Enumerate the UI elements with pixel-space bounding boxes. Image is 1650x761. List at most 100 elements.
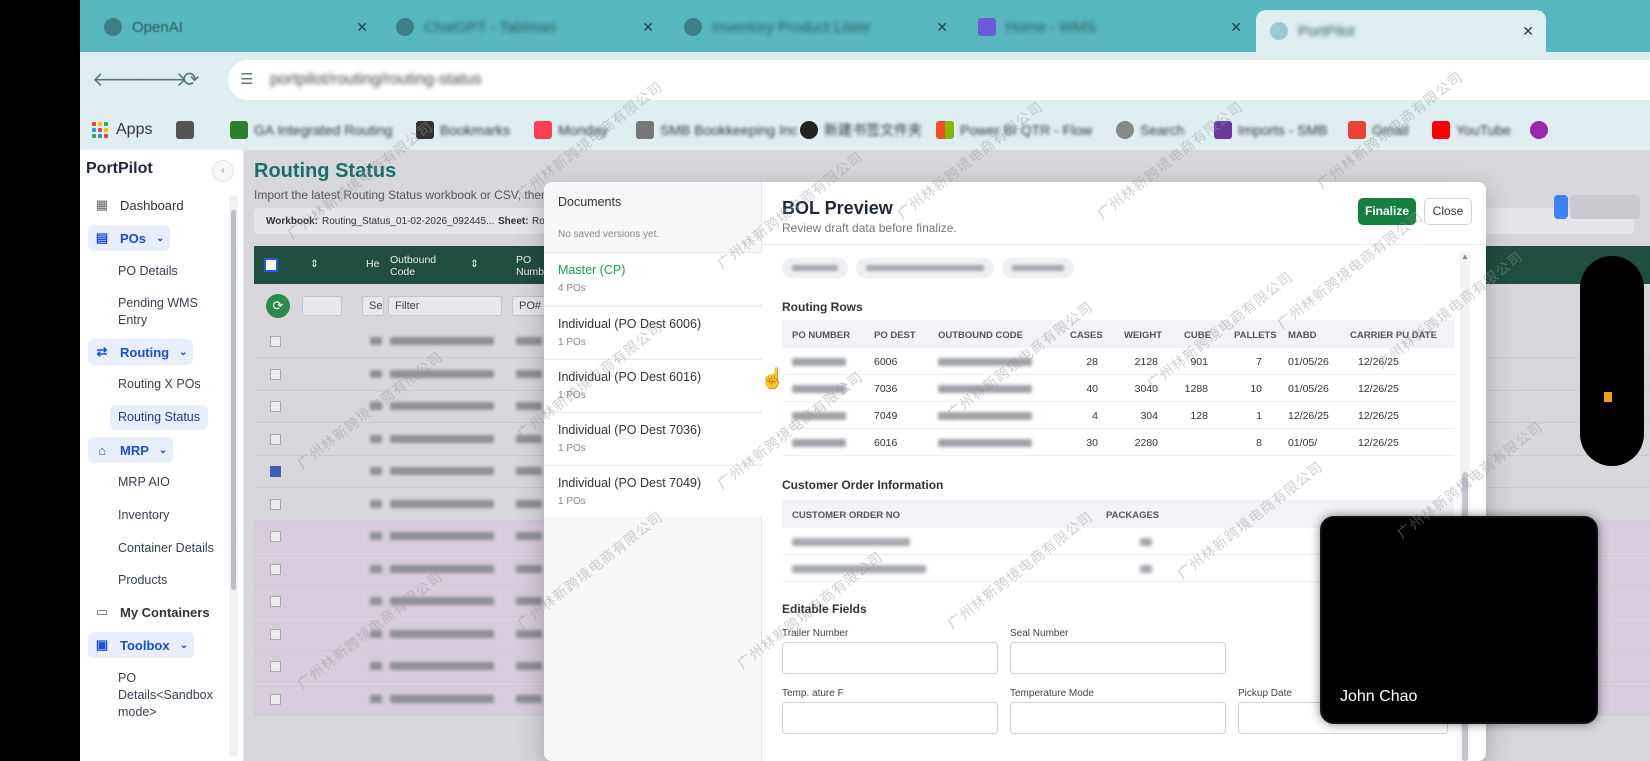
sidebar-item-mrp[interactable]: ⌂ MRP ⌄ (88, 437, 174, 463)
column-header[interactable]: PO Numb (516, 254, 546, 278)
row-checkbox[interactable] (270, 531, 281, 542)
portpilot-icon (1270, 22, 1288, 40)
toolbar-button[interactable] (1570, 195, 1640, 219)
browser-tab[interactable]: ChatGPT - Tablman ✕ (382, 8, 666, 46)
filter-input[interactable] (302, 296, 342, 316)
bookmark-item[interactable]: Power BI QTR - Flow (936, 118, 1092, 142)
browser-tab[interactable]: Home - WMS ✕ (964, 8, 1254, 46)
document-item[interactable]: Individual (PO Dest 7049) 1 POs (544, 465, 762, 517)
browser-tab-active[interactable]: PortPilot ✕ (1256, 10, 1546, 52)
sidebar-item-container-details[interactable]: Container Details (110, 536, 222, 561)
bookmark-item[interactable]: Bookmarks (416, 118, 510, 142)
bookmark-label: Monday (558, 122, 608, 138)
page-title: Routing Status (254, 160, 397, 182)
close-icon[interactable]: ✕ (936, 19, 948, 36)
temperature-input[interactable] (782, 702, 998, 734)
finalize-button[interactable]: Finalize (1358, 198, 1416, 225)
close-button[interactable]: Close (1424, 198, 1472, 225)
sidebar-item-products[interactable]: Products (110, 568, 175, 593)
sidebar-item-inventory[interactable]: Inventory (110, 503, 177, 528)
sidebar-item-routing[interactable]: ⇄ Routing ⌄ (88, 339, 194, 365)
folder-icon (176, 121, 194, 139)
site-info-icon[interactable]: ☰ (240, 70, 260, 90)
column-header[interactable]: He (366, 258, 379, 270)
row-checkbox[interactable] (270, 498, 281, 510)
filter-input[interactable]: Se (362, 296, 384, 316)
temperature-mode-select[interactable] (1010, 702, 1226, 734)
url-field[interactable]: ☰ portpilot/routing/routing-status (228, 60, 1650, 100)
browser-tab[interactable]: OpenAI ✕ (90, 8, 380, 46)
sidebar-item-dashboard[interactable]: ▦ Dashboard (88, 192, 190, 218)
collapse-sidebar-button[interactable]: ‹ (212, 160, 234, 182)
sidebar-scroll-thumb[interactable] (231, 210, 236, 590)
close-icon[interactable]: ✕ (1522, 23, 1534, 40)
sidebar-item-pos[interactable]: ▤ POs ⌄ (88, 225, 171, 251)
row-checkbox[interactable] (270, 433, 281, 445)
document-name: Individual (PO Dest 7036) (558, 423, 702, 437)
filter-input[interactable]: Filter (388, 296, 502, 316)
sort-icon[interactable]: ⇕ (310, 258, 319, 270)
weight-cell: 2128 (1134, 356, 1158, 368)
row-checkbox[interactable] (270, 466, 281, 477)
row-checkbox[interactable] (270, 336, 281, 347)
search-icon (1116, 121, 1134, 139)
seal-number-input[interactable] (1010, 642, 1226, 674)
workbook-value: Routing_Status_01-02-2026_092445... (322, 216, 495, 227)
close-icon[interactable]: ✕ (642, 19, 654, 36)
bookmark-item[interactable]: SMB Bookkeeping Inc (636, 118, 798, 142)
close-icon[interactable]: ✕ (356, 19, 368, 36)
sidebar-item-my-containers[interactable]: ▭ My Containers (88, 599, 216, 625)
row-checkbox[interactable] (270, 661, 281, 672)
row-checkbox[interactable] (270, 368, 281, 380)
tab-title: OpenAI (132, 18, 183, 36)
sidebar-item-routing-status[interactable]: Routing Status (110, 405, 208, 430)
pallets-cell: 7 (1256, 356, 1262, 368)
grid-icon: ▦ (95, 197, 109, 212)
trailer-number-input[interactable] (782, 642, 998, 674)
po-number-cell (792, 412, 846, 420)
row-checkbox[interactable] (270, 693, 281, 705)
bookmark-item[interactable]: Monday (534, 118, 608, 142)
row-checkbox[interactable] (270, 401, 281, 412)
sidebar-item-toolbox[interactable]: ▣ Toolbox ⌄ (88, 632, 194, 658)
back-icon[interactable]: 🡐 (92, 66, 146, 94)
bookmark-item[interactable]: GA Integrated Routing (230, 118, 393, 142)
weight-cell: 304 (1140, 410, 1158, 422)
sidebar-item-pending-wms[interactable]: Pending WMS Entry (110, 291, 228, 333)
toolbar-button-primary[interactable] (1554, 195, 1568, 219)
forward-icon[interactable]: 🡒 (134, 66, 188, 94)
scroll-up-icon[interactable]: ▲ (1461, 252, 1469, 261)
refresh-icon[interactable]: ⟳ (266, 294, 290, 318)
bookmark-item[interactable]: Search (1116, 118, 1184, 142)
bookmark-item[interactable]: 新建书签文件夹 (800, 118, 922, 142)
sidebar-item-mrp-aio[interactable]: MRP AIO (110, 470, 178, 495)
sidebar-item-po-details[interactable]: PO Details (110, 259, 186, 284)
dest-cell: 7036 (874, 383, 898, 395)
bookmark-item[interactable] (1530, 118, 1554, 142)
column-header[interactable]: Outbound Code (390, 254, 460, 278)
document-item[interactable]: Master (CP) 4 POs (544, 252, 762, 304)
reload-icon[interactable]: ⟳ (178, 66, 204, 94)
row-checkbox[interactable] (270, 596, 281, 607)
document-item[interactable]: Individual (PO Dest 7036) 1 POs (544, 412, 762, 464)
sidebar-item-label: Dashboard (120, 197, 184, 213)
document-item[interactable]: Individual (PO Dest 6016) 1 POs (544, 359, 762, 411)
bookmark-item[interactable]: Imports - SMB (1214, 118, 1327, 142)
select-all-checkbox[interactable] (264, 258, 278, 272)
document-item[interactable]: Individual (PO Dest 6006) 1 POs (544, 306, 762, 358)
cell-value (390, 629, 494, 638)
sidebar-item-routing-x-pos[interactable]: Routing X POs (110, 372, 209, 397)
bookmark-item[interactable]: Gmail (1348, 118, 1409, 142)
bookmark-apps[interactable]: Apps (92, 118, 152, 142)
bookmark-label: Bookmarks (440, 122, 511, 138)
row-checkbox[interactable] (270, 563, 281, 575)
bookmark-item[interactable] (176, 118, 200, 142)
close-icon[interactable]: ✕ (1230, 19, 1242, 36)
sidebar-item-po-details-sandbox[interactable]: PO Details<Sandbox mode> (110, 666, 222, 725)
cell-value (390, 337, 494, 345)
browser-tab[interactable]: Inventory Product Lister ✕ (670, 8, 960, 46)
bookmark-item[interactable]: YouTube (1432, 118, 1511, 142)
row-checkbox[interactable] (270, 628, 281, 640)
sort-icon[interactable]: ⇕ (470, 258, 479, 270)
cell-value (390, 402, 494, 410)
